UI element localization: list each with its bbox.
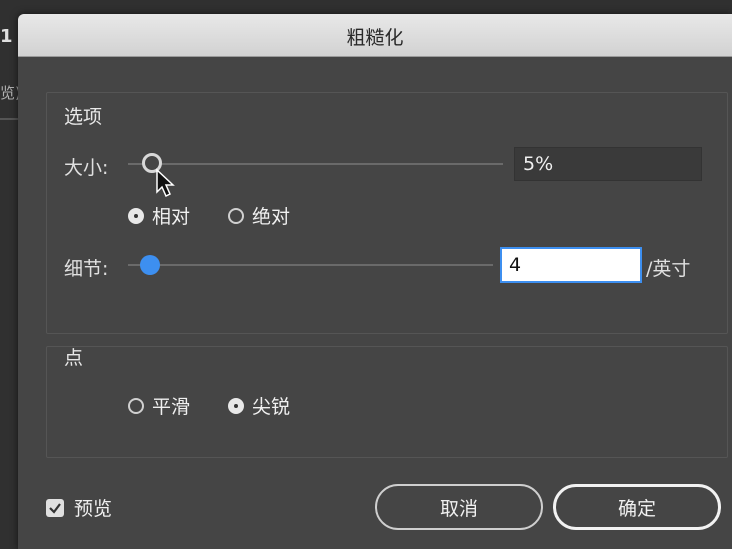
radio-corner[interactable]: 尖锐	[228, 392, 290, 419]
radio-absolute-label: 绝对	[252, 206, 291, 228]
size-label: 大小:	[64, 157, 109, 179]
size-input[interactable]	[514, 147, 702, 181]
radio-absolute[interactable]: 绝对	[228, 202, 290, 229]
radio-relative-label: 相对	[152, 206, 191, 228]
radio-absolute-indicator	[228, 207, 244, 224]
points-group-label: 点	[64, 347, 84, 369]
dialog-titlebar[interactable]: 粗糙化	[18, 14, 732, 57]
radio-relative-indicator	[128, 207, 144, 224]
radio-smooth-indicator	[128, 397, 144, 414]
roughen-dialog: 粗糙化 选项 大小: 相对 绝对 细节: /英寸 点 平滑 尖锐 预览 取消 确…	[18, 14, 732, 549]
detail-unit: /英寸	[646, 258, 691, 280]
preview-label: 预览	[74, 498, 113, 520]
detail-slider-knob[interactable]	[140, 255, 160, 275]
dialog-title: 粗糙化	[346, 27, 404, 49]
cancel-button[interactable]: 取消	[375, 484, 543, 530]
options-group-label: 选项	[64, 106, 103, 128]
ok-button[interactable]: 确定	[553, 484, 721, 530]
size-slider-track[interactable]	[128, 163, 503, 165]
checkmark-icon	[46, 498, 64, 517]
radio-corner-label: 尖锐	[252, 396, 291, 418]
detail-slider-track[interactable]	[128, 264, 493, 266]
radio-corner-indicator	[228, 397, 244, 414]
radio-smooth-label: 平滑	[152, 396, 191, 418]
preview-checkbox[interactable]: 预览	[46, 494, 112, 521]
radio-relative[interactable]: 相对	[128, 202, 190, 229]
mouse-cursor-icon	[155, 168, 177, 202]
radio-smooth[interactable]: 平滑	[128, 392, 190, 419]
background-text: 1	[0, 26, 13, 47]
background-divider	[0, 118, 18, 120]
detail-input[interactable]	[500, 247, 642, 283]
detail-label: 细节:	[64, 258, 109, 280]
